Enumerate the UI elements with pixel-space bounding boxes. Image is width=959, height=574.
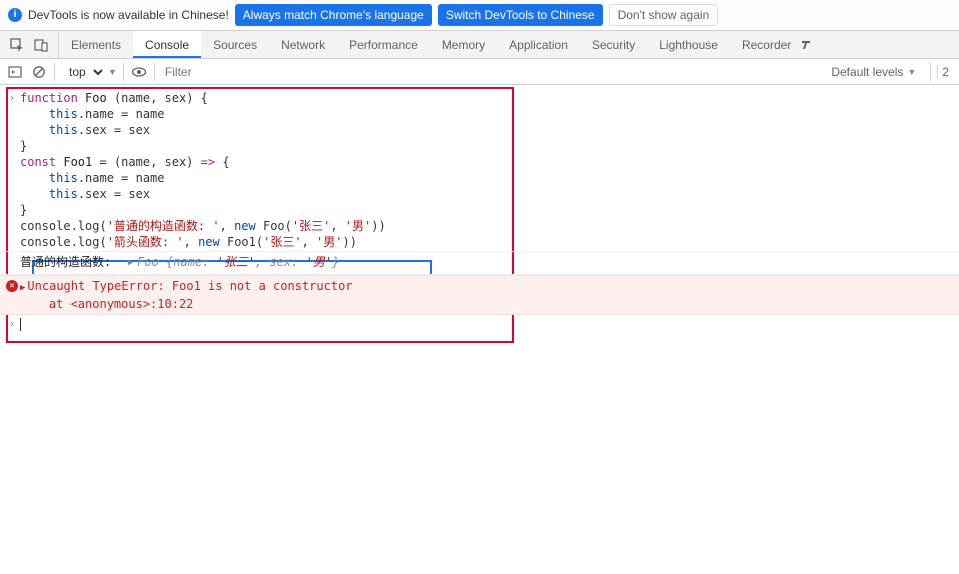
tab-sources[interactable]: Sources (201, 31, 269, 58)
issue-count[interactable]: 2 (937, 65, 953, 79)
tab-console[interactable]: Console (133, 31, 201, 58)
input-chevron-icon: › (6, 317, 18, 333)
clear-console-icon[interactable] (30, 63, 48, 81)
error-icon: ✕ (6, 280, 18, 292)
expand-icon[interactable]: ▶ (20, 280, 25, 296)
inspect-icon[interactable] (8, 36, 26, 54)
infobar-text: DevTools is now available in Chinese! (28, 8, 229, 22)
input-chevron-icon: › (6, 91, 18, 107)
switch-chinese-button[interactable]: Switch DevTools to Chinese (438, 4, 603, 26)
info-icon: i (8, 8, 22, 22)
match-language-button[interactable]: Always match Chrome's language (235, 4, 432, 26)
filter-input[interactable] (161, 63, 817, 81)
code-block: function Foo (name, sex) { this.name = n… (20, 90, 386, 250)
tab-lighthouse[interactable]: Lighthouse (647, 31, 730, 58)
device-toolbar-icon[interactable] (32, 36, 50, 54)
console-pane: › function Foo (name, sex) { this.name =… (0, 85, 959, 333)
tab-memory[interactable]: Memory (430, 31, 497, 58)
divider (930, 63, 931, 81)
tab-elements[interactable]: Elements (59, 31, 133, 58)
tab-security[interactable]: Security (580, 31, 647, 58)
text-cursor (20, 318, 21, 331)
infobar: i DevTools is now available in Chinese! … (0, 0, 959, 31)
expand-icon[interactable]: ▶ (128, 255, 133, 271)
tab-recorder[interactable]: Recorder (730, 31, 803, 58)
console-error-row[interactable]: ✕ ▶Uncaught TypeError: Foo1 is not a con… (0, 275, 959, 315)
chevron-down-icon: ▼ (907, 67, 916, 77)
toggle-sidebar-icon[interactable] (6, 63, 24, 81)
tab-application[interactable]: Application (497, 31, 580, 58)
levels-select[interactable]: Default levels ▼ (823, 65, 924, 79)
divider (54, 63, 55, 81)
tab-performance[interactable]: Performance (337, 31, 430, 58)
console-input-row: › function Foo (name, sex) { this.name =… (0, 89, 959, 251)
dismiss-button[interactable]: Don't show again (609, 4, 719, 26)
live-expression-icon[interactable] (130, 63, 148, 81)
divider (123, 63, 124, 81)
divider (154, 63, 155, 81)
context-select[interactable]: top (61, 62, 106, 82)
recorder-beta-icon (797, 36, 815, 54)
chevron-down-icon: ▼ (108, 67, 117, 77)
tab-network[interactable]: Network (269, 31, 337, 58)
console-toolbar: top ▼ Default levels ▼ 2 (0, 59, 959, 85)
console-log-row[interactable]: 普通的构造函数: ▶Foo {name: '张三', sex: '男'} (0, 251, 959, 275)
tabs-container: ElementsConsoleSourcesNetworkPerformance… (59, 31, 803, 58)
tabs-bar: ElementsConsoleSourcesNetworkPerformance… (0, 31, 959, 59)
console-prompt-row[interactable]: › (0, 315, 959, 333)
